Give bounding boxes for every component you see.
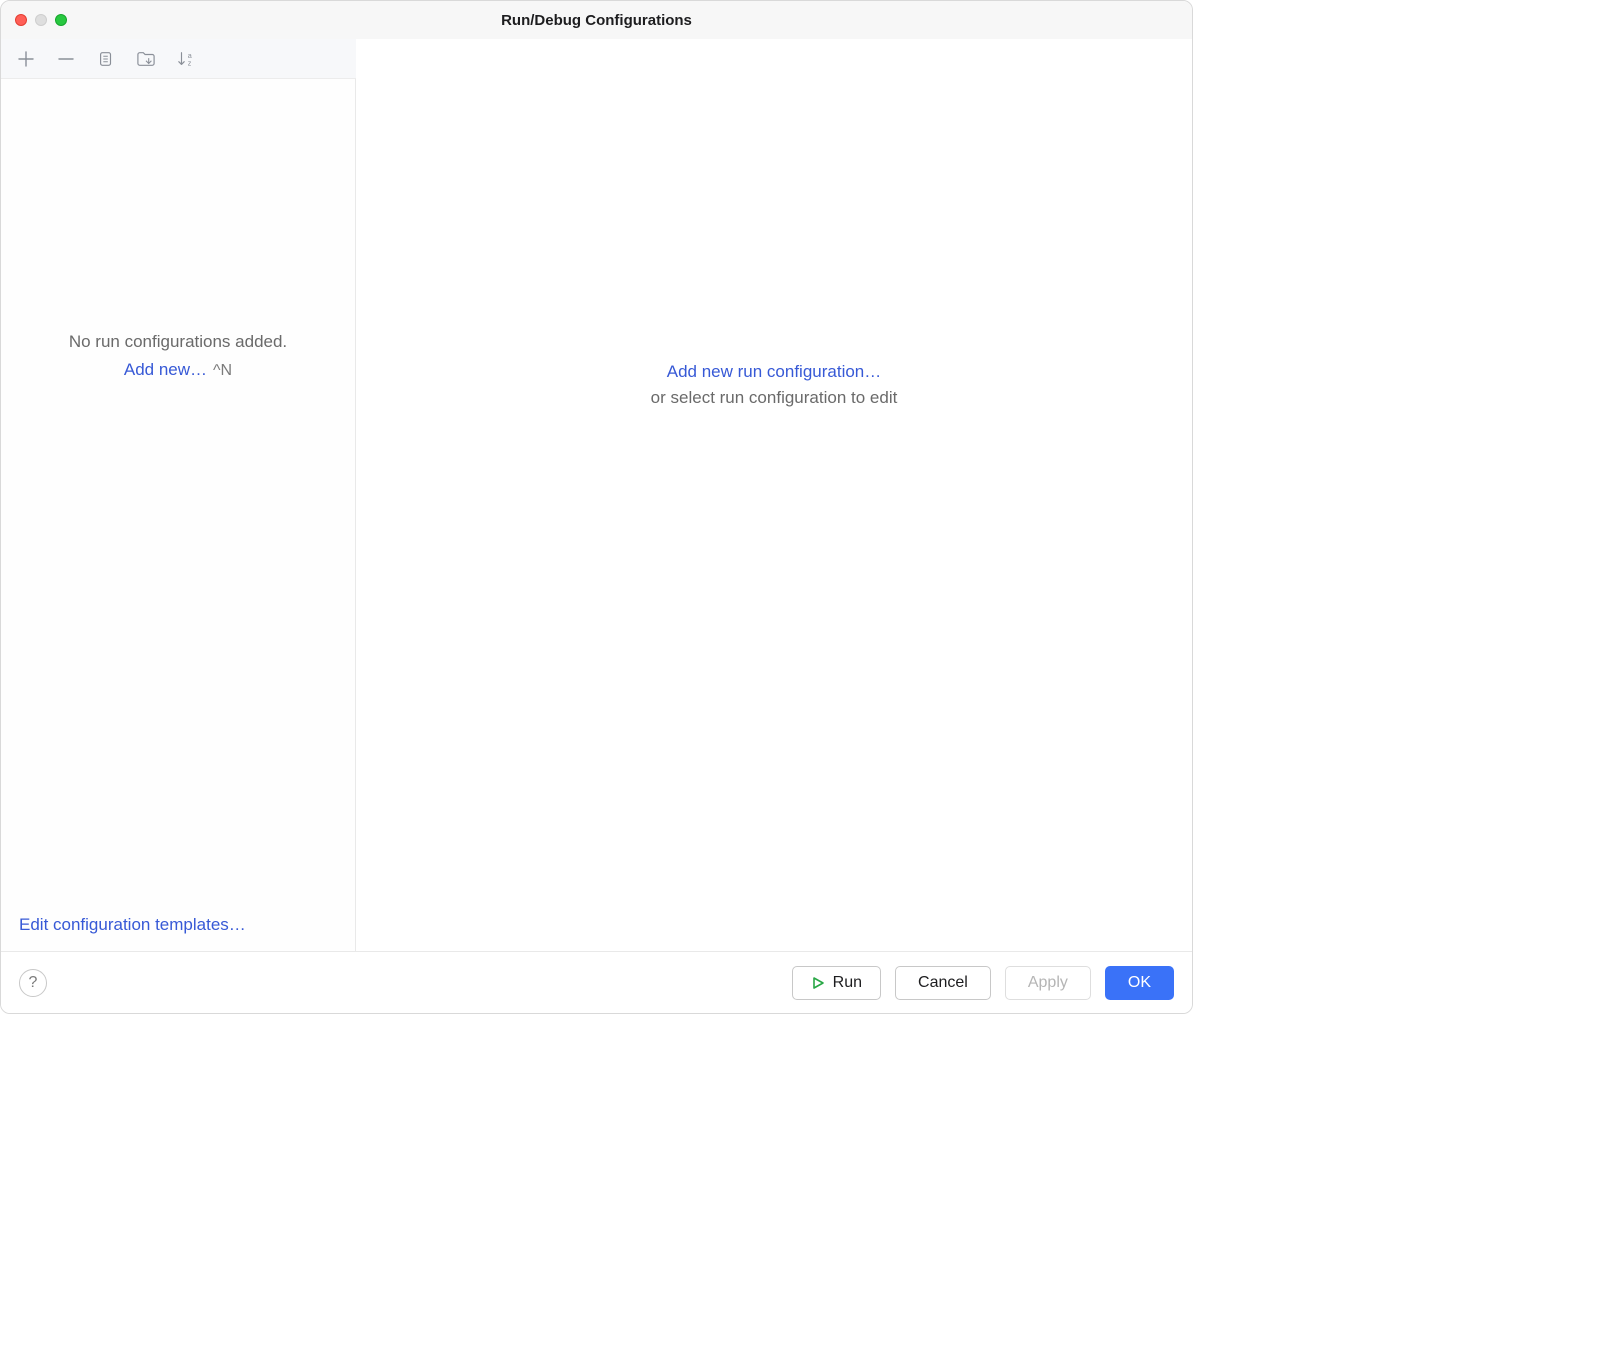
- cancel-button-label: Cancel: [918, 974, 968, 992]
- ok-button-label: OK: [1128, 974, 1151, 992]
- zoom-window-button[interactable]: [55, 14, 67, 26]
- window-controls: [1, 14, 67, 26]
- main-add-new-link[interactable]: Add new run configuration…: [667, 362, 882, 382]
- cancel-button[interactable]: Cancel: [895, 966, 991, 1000]
- help-button[interactable]: ?: [19, 969, 47, 997]
- titlebar[interactable]: Run/Debug Configurations: [1, 1, 1192, 39]
- window-title: Run/Debug Configurations: [1, 12, 1192, 29]
- sidebar-empty-state: No run configurations added. Add new… ^N: [1, 0, 355, 903]
- ok-button[interactable]: OK: [1105, 966, 1174, 1000]
- sidebar-add-new-link[interactable]: Add new…: [124, 360, 207, 380]
- edit-templates-link[interactable]: Edit configuration templates…: [1, 903, 355, 951]
- help-icon: ?: [29, 974, 38, 992]
- run-debug-config-dialog: Run/Debug Configurations az No run co: [0, 0, 1193, 1014]
- play-icon: [811, 976, 825, 990]
- config-sidebar: No run configurations added. Add new… ^N…: [1, 79, 356, 951]
- run-button-label: Run: [833, 974, 862, 992]
- apply-button-label: Apply: [1028, 974, 1068, 992]
- main-subtext: or select run configuration to edit: [651, 388, 898, 408]
- apply-button: Apply: [1005, 966, 1091, 1000]
- main-panel: Add new run configuration… or select run…: [356, 0, 1192, 951]
- minimize-window-button[interactable]: [35, 14, 47, 26]
- run-button[interactable]: Run: [792, 966, 881, 1000]
- dialog-footer: ? Run Cancel Apply OK: [1, 951, 1192, 1013]
- close-window-button[interactable]: [15, 14, 27, 26]
- sidebar-empty-message: No run configurations added.: [69, 332, 287, 352]
- sidebar-add-new-shortcut: ^N: [213, 362, 232, 380]
